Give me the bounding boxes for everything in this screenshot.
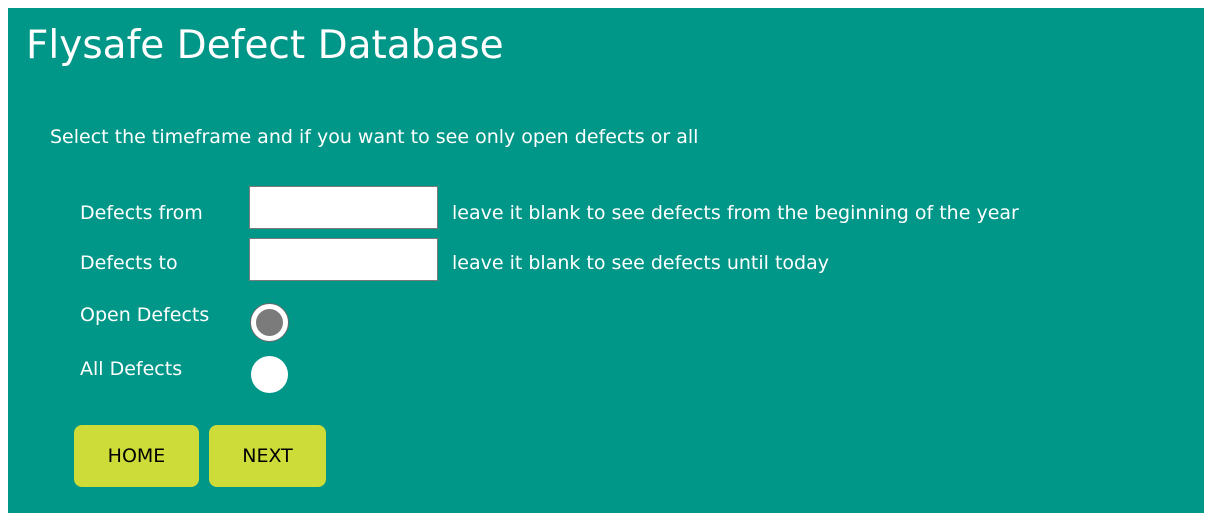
- home-button[interactable]: HOME: [74, 425, 199, 487]
- all-defects-radio[interactable]: [251, 356, 288, 393]
- defects-from-hint: leave it blank to see defects from the b…: [452, 202, 1019, 224]
- defects-from-label: Defects from: [80, 202, 203, 224]
- defects-to-hint: leave it blank to see defects until toda…: [452, 252, 829, 274]
- defects-from-input[interactable]: [249, 186, 438, 229]
- all-defects-label: All Defects: [80, 358, 183, 380]
- defects-to-input[interactable]: [249, 238, 438, 281]
- page-title: Flysafe Defect Database: [26, 23, 504, 68]
- instructions-text: Select the timeframe and if you want to …: [50, 126, 699, 148]
- next-button[interactable]: NEXT: [209, 425, 326, 487]
- defects-to-label: Defects to: [80, 252, 178, 274]
- main-panel: Flysafe Defect Database Select the timef…: [8, 8, 1204, 513]
- open-defects-label: Open Defects: [80, 304, 210, 326]
- open-defects-radio[interactable]: [251, 304, 288, 341]
